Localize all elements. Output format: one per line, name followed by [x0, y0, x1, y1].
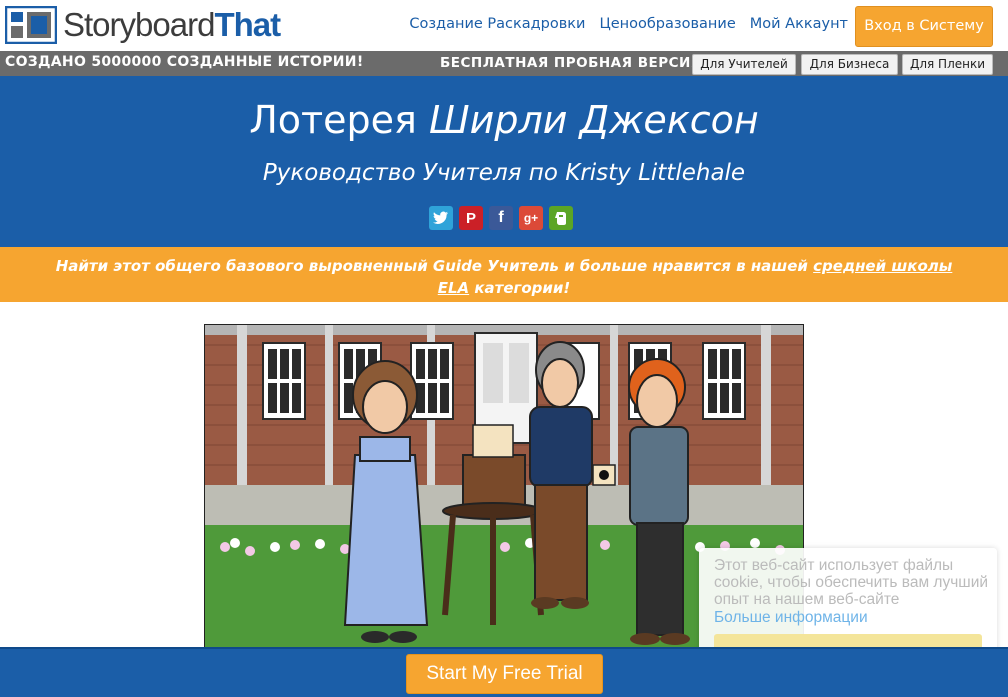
cookie-more-info-link[interactable]: Больше информации [714, 609, 868, 627]
for-film-button[interactable]: Для Пленки [902, 54, 993, 75]
sticky-footer-bar: Start My Free Trial [0, 647, 1008, 697]
facebook-icon[interactable]: f [489, 206, 513, 230]
start-free-trial-button[interactable]: Start My Free Trial [406, 654, 603, 694]
login-button[interactable]: Вход в Систему [855, 6, 993, 47]
logo-text: StoryboardThat [63, 6, 281, 43]
page-title: Лотерея Ширли Джексон [249, 98, 759, 142]
promo-subbar: СОЗДАНО 5000000 СОЗДАННЫЕ ИСТОРИИ! БЕСПЛ… [0, 51, 1008, 76]
storyboardthat-logo[interactable]: StoryboardThat [5, 5, 281, 45]
category-promo-banner: Найти этот общего базового выровненный G… [0, 247, 1008, 302]
nav-pricing[interactable]: Ценообразование [599, 16, 735, 32]
cookie-consent-popup: Этот веб-сайт использует файлы cookie, ч… [699, 548, 997, 664]
logo-icon [5, 6, 57, 44]
page-subtitle: Руководство Учителя по Kristy Littlehale [262, 160, 746, 186]
evernote-icon[interactable] [549, 206, 573, 230]
for-business-button[interactable]: Для Бизнеса [801, 54, 898, 75]
main-nav: Создание Раскадровки Ценообразование Мой… [409, 16, 848, 32]
nav-create-storyboard[interactable]: Создание Раскадровки [409, 16, 585, 32]
social-share-bar: P f g+ [429, 206, 573, 230]
google-plus-icon[interactable]: g+ [519, 206, 543, 230]
nav-my-account[interactable]: Мой Аккаунт [750, 16, 848, 32]
for-teachers-button[interactable]: Для Учителей [692, 54, 796, 75]
top-header: StoryboardThat Создание Раскадровки Цено… [0, 0, 1008, 51]
cookie-message: Этот веб-сайт использует файлы cookie, ч… [714, 557, 989, 608]
twitter-icon[interactable] [429, 206, 453, 230]
stories-created-text: СОЗДАНО 5000000 СОЗДАННЫЕ ИСТОРИИ! [5, 54, 364, 70]
free-trial-label: БЕСПЛАТНАЯ ПРОБНАЯ ВЕРСИЯ [440, 55, 702, 71]
hero-banner: Лотерея Ширли Джексон Руководство Учител… [0, 76, 1008, 247]
pinterest-icon[interactable]: P [459, 206, 483, 230]
